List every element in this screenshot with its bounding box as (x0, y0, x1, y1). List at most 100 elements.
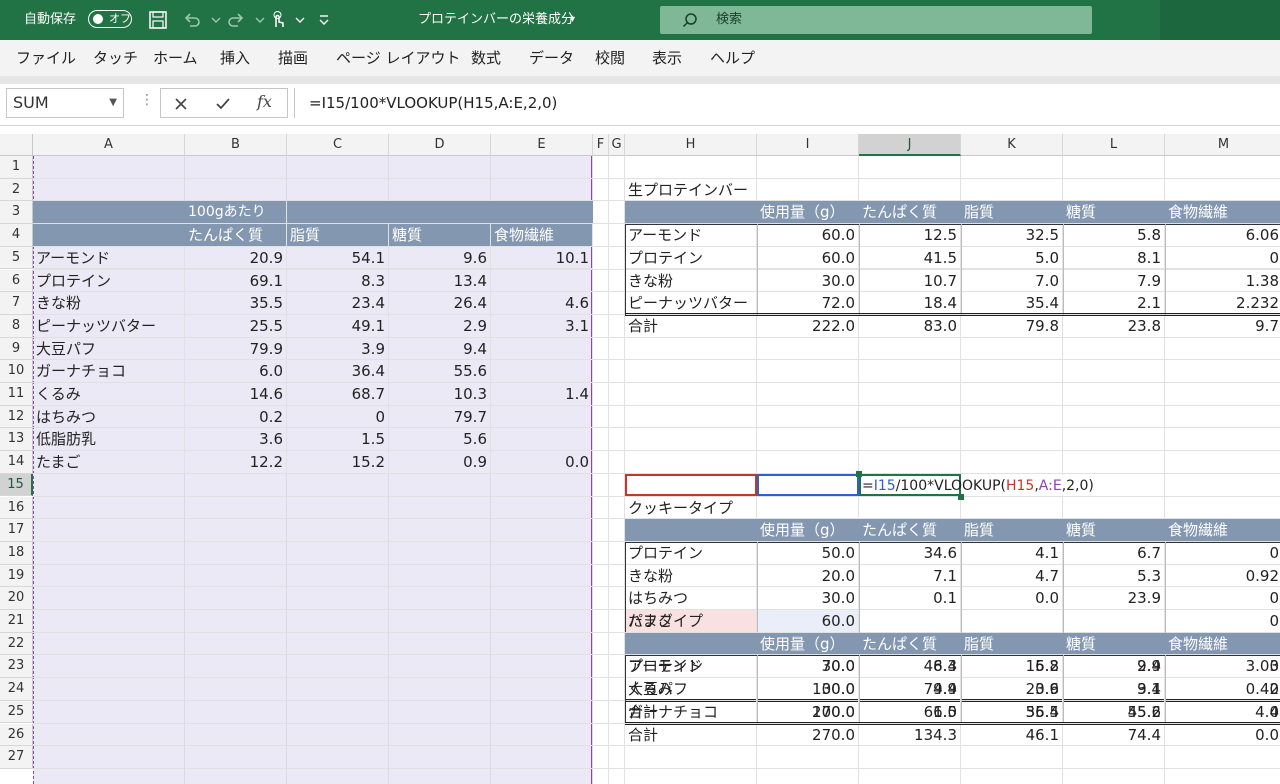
document-title[interactable]: プロテインバーの栄養成分 (418, 0, 574, 40)
recipe-row-value[interactable]: 9.4 (1063, 678, 1165, 701)
recipe-row-value[interactable] (1063, 610, 1165, 633)
enter-check-icon[interactable] (215, 96, 231, 112)
search-box[interactable]: 検索 (660, 6, 1092, 34)
recipe-row-value[interactable] (859, 610, 961, 633)
recipe-header-0[interactable]: 使用量（g） (757, 201, 859, 225)
recipe-header-2[interactable]: 脂質 (961, 633, 1063, 656)
row-header-10[interactable]: 10 (0, 360, 33, 383)
column-header-b[interactable]: B (185, 134, 287, 156)
tab-page-layout[interactable]: ページ レイアウト (336, 40, 460, 76)
selection-handle[interactable] (958, 493, 964, 500)
recipe-row-value[interactable]: 20.0 (757, 564, 859, 588)
row-header-6[interactable]: 6 (0, 269, 33, 293)
recipe-row-value[interactable]: 5.8 (961, 655, 1063, 679)
title-chevron-down-icon[interactable]: ▾ (570, 0, 575, 40)
row-header-24[interactable]: 24 (0, 678, 33, 701)
recipe-header-0[interactable]: 使用量（g） (757, 519, 859, 542)
recipe-row-value[interactable]: 2.232 (1165, 292, 1280, 315)
recipe-row-value[interactable]: 7.9 (1063, 269, 1165, 293)
recipe-total-value[interactable]: 83.0 (859, 314, 961, 338)
recipe-total-value[interactable]: 46.1 (961, 723, 1063, 747)
tab-file[interactable]: ファイル (16, 40, 76, 76)
ref-row-value[interactable]: 1.5 (287, 428, 389, 452)
recipe-header-0[interactable]: 使用量（g） (757, 633, 859, 656)
ref-row-value[interactable]: 10.3 (389, 383, 491, 406)
ref-row-value[interactable]: 69.1 (185, 269, 287, 293)
worksheet-grid[interactable]: A B C D E F G H I J K L M 1 2 3 4 5 6 7 8 9 10 11 12 13 14 15 16 17 18… (0, 126, 1280, 784)
row-header-11[interactable]: 11 (0, 383, 33, 406)
row-header-27[interactable]: 27 (0, 746, 33, 769)
ref-row-value[interactable]: 2.9 (389, 314, 491, 338)
recipe-row-value[interactable]: 72.0 (757, 292, 859, 315)
recipe-row-value[interactable]: 6.7 (1063, 541, 1165, 565)
touch-dropdown-icon[interactable] (290, 10, 310, 30)
ref-row-value[interactable]: 4.6 (491, 292, 593, 315)
recipe-row-value[interactable]: 0 (1165, 542, 1280, 565)
ref-row-value[interactable]: 12.2 (185, 451, 287, 474)
ref-row-value[interactable]: 10.1 (491, 246, 593, 270)
header-fill[interactable] (625, 201, 757, 225)
row-header-19[interactable]: 19 (0, 564, 33, 588)
recipe-title[interactable]: 生プロテインバー (625, 178, 859, 202)
recipe-row-value[interactable]: 6.0 (859, 700, 961, 724)
ref-row-value[interactable]: 1.4 (491, 383, 593, 406)
header-fill[interactable] (625, 632, 757, 656)
cancel-icon[interactable] (173, 96, 189, 112)
recipe-row-value[interactable]: 34.6 (859, 541, 961, 565)
recipe-total-label[interactable]: 合計 (625, 314, 757, 338)
recipe-row-value[interactable]: 32.5 (961, 224, 1063, 247)
ref-row-name[interactable]: 大豆パフ (33, 337, 185, 361)
recipe-row-value[interactable]: 5.3 (1063, 564, 1165, 588)
recipe-header-1[interactable]: たんぱく質 (859, 519, 961, 542)
recipe-row-value[interactable]: 0.1 (859, 587, 961, 610)
recipe-row-value[interactable]: 36.4 (961, 700, 1063, 724)
row-header-23[interactable]: 23 (0, 655, 33, 679)
undo-dropdown-icon[interactable] (206, 10, 226, 30)
recipe-row-value[interactable]: 30.0 (757, 269, 859, 293)
row-header-21[interactable]: 21 (0, 610, 33, 633)
tab-help[interactable]: ヘルプ (710, 40, 755, 76)
recipe-header-3[interactable]: 糖質 (1063, 519, 1165, 542)
recipe-row-name[interactable]: 大豆パフ (625, 678, 757, 701)
recipe-total-value[interactable]: 0.0 (1165, 724, 1280, 747)
recipe-row-name[interactable]: プロテイン (625, 246, 757, 270)
recipe-row-value[interactable]: 100.0 (757, 678, 859, 701)
column-header-k[interactable]: K (961, 134, 1063, 156)
ref-row-name[interactable]: くるみ (33, 383, 185, 406)
formula-bar-grip-icon[interactable]: ⋮ (140, 92, 154, 108)
autosave-toggle[interactable]: オフ (88, 10, 132, 28)
ref-row-name[interactable]: はちみつ (33, 405, 185, 429)
ref-row-value[interactable]: 8.3 (287, 269, 389, 293)
recipe-row-value[interactable]: 79.9 (859, 678, 961, 701)
recipe-row-value[interactable]: 100.0 (757, 700, 859, 724)
row-header-22[interactable]: 22 (0, 632, 33, 656)
ref-row-value[interactable]: 3.9 (287, 337, 389, 361)
redo-dropdown-icon[interactable] (250, 10, 270, 30)
recipe-header-4[interactable]: 食物繊維 (1165, 201, 1280, 225)
recipe-header-3[interactable]: 糖質 (1063, 201, 1165, 225)
redo-icon[interactable] (226, 10, 246, 30)
recipe-row-name[interactable]: アーモンド (625, 224, 757, 247)
recipe-row-value[interactable]: 5.8 (1063, 224, 1165, 247)
selection-handle[interactable] (856, 470, 862, 477)
recipe-total-value[interactable]: 23.8 (1063, 314, 1165, 338)
ref-row-value[interactable]: 0 (287, 405, 389, 429)
editing-cell-j15[interactable]: =I15/100*VLOOKUP(H15,A:E,2,0) (859, 473, 1094, 497)
recipe-row-value[interactable]: 12.5 (859, 224, 961, 247)
recipe-row-value[interactable]: 48.4 (859, 655, 961, 679)
tab-review[interactable]: 校閲 (595, 40, 625, 76)
column-header-c[interactable]: C (287, 134, 389, 156)
recipe-row-value[interactable]: 2.1 (1063, 292, 1165, 315)
ref-row-value[interactable]: 54.1 (287, 246, 389, 270)
tab-view[interactable]: 表示 (652, 40, 682, 76)
ref-row-value[interactable] (491, 337, 593, 361)
ref-row-value[interactable]: 15.2 (287, 451, 389, 474)
recipe-row-value[interactable]: 35.4 (961, 292, 1063, 315)
recipe-header-2[interactable]: 脂質 (961, 519, 1063, 542)
recipe-row-value[interactable]: 7.1 (859, 564, 961, 588)
formula-input[interactable]: =I15/100*VLOOKUP(H15,A:E,2,0) (294, 88, 1280, 118)
ref-row-value[interactable] (491, 269, 593, 293)
recipe-row-value[interactable] (961, 610, 1063, 633)
recipe-row-value[interactable]: 0 (1165, 678, 1280, 701)
ref-row-name[interactable]: プロテイン (33, 269, 185, 293)
